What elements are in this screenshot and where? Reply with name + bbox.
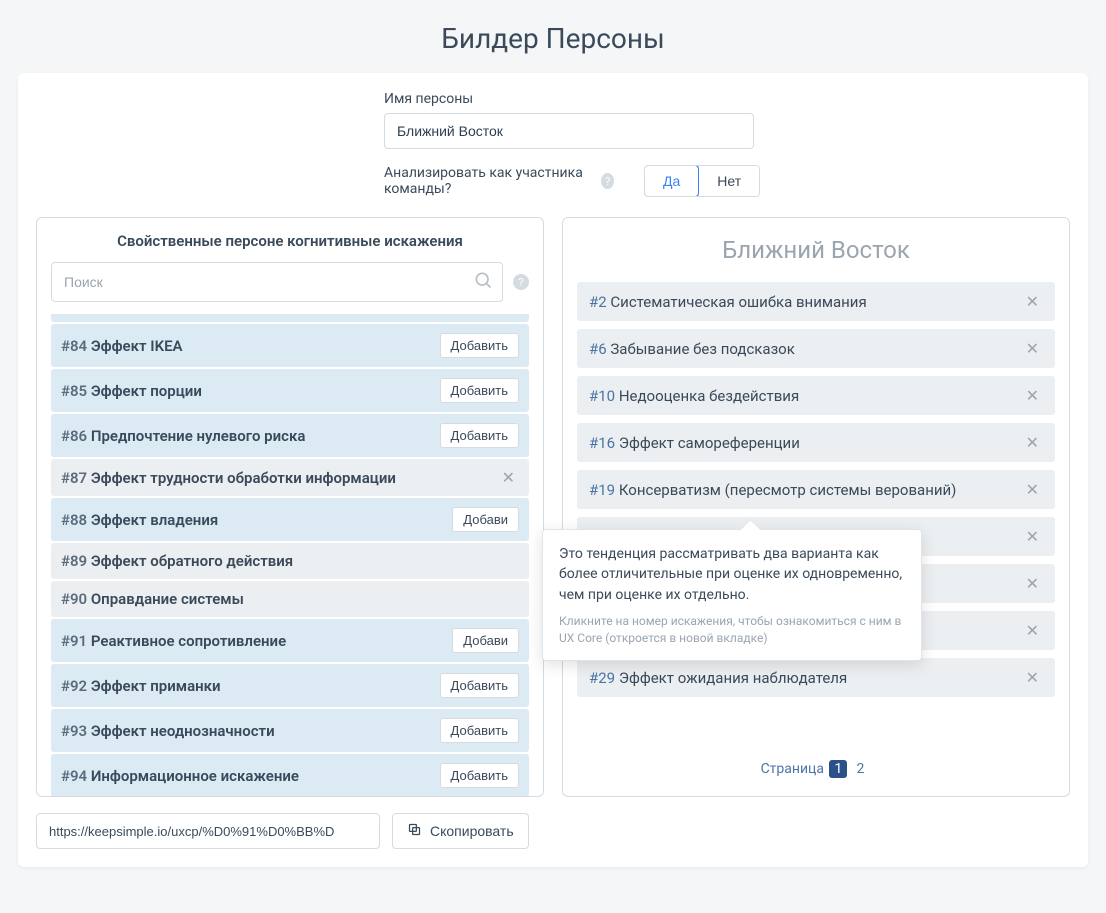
list-item <box>51 314 529 322</box>
page-title: Билдер Персоны <box>18 0 1088 73</box>
add-button[interactable]: Добави <box>452 507 519 532</box>
page-button[interactable]: 2 <box>851 760 869 778</box>
main-card: Имя персоны Анализировать как участника … <box>18 73 1088 867</box>
copy-button-label: Скопировать <box>430 823 514 839</box>
list-item[interactable]: #88 Эффект владения Добави <box>51 498 529 541</box>
list-item[interactable]: #91 Реактивное сопротивление Добави <box>51 619 529 662</box>
persona-name-input[interactable] <box>384 113 754 149</box>
tooltip-hint: Кликните на номер искажения, чтобы ознак… <box>559 613 905 647</box>
persona-bias-item[interactable]: #10 Недооценка бездействия ✕ <box>577 376 1055 415</box>
biases-panel: Свойственные персоне когнитивные искажен… <box>36 217 544 797</box>
persona-bias-label: #6 Забывание без подсказок <box>589 340 795 358</box>
list-item[interactable]: #94 Информационное искажение Добавить <box>51 754 529 796</box>
pagination: Страница 12 <box>563 746 1069 796</box>
copy-button[interactable]: Скопировать <box>392 813 529 849</box>
columns: Свойственные персоне когнитивные искажен… <box>36 217 1070 797</box>
list-item[interactable]: #84 Эффект IKEA Добавить <box>51 324 529 367</box>
persona-panel-title: Ближний Восток <box>563 218 1069 282</box>
remove-icon[interactable]: ✕ <box>1022 668 1043 687</box>
analyze-yes-button[interactable]: Да <box>644 165 699 197</box>
search-icon <box>473 270 493 294</box>
remove-icon[interactable]: ✕ <box>1022 386 1043 405</box>
list-item-label: #87 Эффект трудности обработки информаци… <box>61 469 396 487</box>
remove-icon[interactable]: ✕ <box>1022 527 1043 546</box>
remove-icon[interactable]: ✕ <box>1022 339 1043 358</box>
list-item-label: #90 Оправдание системы <box>61 590 244 608</box>
persona-bias-label: #2 Систематическая ошибка внимания <box>589 293 867 311</box>
list-item-label: #93 Эффект неоднозначности <box>61 722 275 740</box>
search-help-icon[interactable]: ? <box>513 274 529 290</box>
page-button[interactable]: 1 <box>829 760 847 778</box>
analyze-toggle: Да Нет <box>644 165 760 197</box>
persona-biases-list: #2 Систематическая ошибка внимания✕#6 За… <box>563 282 1069 746</box>
remove-icon[interactable]: ✕ <box>1022 292 1043 311</box>
persona-bias-label: #10 Недооценка бездействия <box>589 387 799 405</box>
list-item-label: #84 Эффект IKEA <box>61 337 183 355</box>
remove-icon[interactable]: ✕ <box>498 468 519 487</box>
persona-bias-item[interactable]: #2 Систематическая ошибка внимания ✕ <box>577 282 1055 321</box>
biases-panel-title: Свойственные персоне когнитивные искажен… <box>37 218 543 262</box>
add-button[interactable]: Добавить <box>440 718 519 743</box>
bias-tooltip: Это тенденция рассматривать два варианта… <box>542 529 922 661</box>
list-item[interactable]: #92 Эффект приманки Добавить <box>51 664 529 707</box>
persona-panel: Ближний Восток #2 Систематическая ошибка… <box>562 217 1070 797</box>
remove-icon[interactable]: ✕ <box>1022 621 1043 640</box>
add-button[interactable]: Добави <box>452 628 519 653</box>
persona-bias-item[interactable]: #16 Эффект самореференции ✕ <box>577 423 1055 462</box>
copy-icon <box>407 822 422 840</box>
tooltip-body: Это тенденция рассматривать два варианта… <box>559 544 905 605</box>
list-item-label: #85 Эффект порции <box>61 382 202 400</box>
persona-name-label: Имя персоны <box>384 91 1030 107</box>
persona-bias-label: #19 Консерватизм (пересмотр системы веро… <box>589 481 956 499</box>
add-button[interactable]: Добавить <box>440 333 519 358</box>
persona-bias-label: #16 Эффект самореференции <box>589 434 800 452</box>
list-item-label: #94 Информационное искажение <box>61 767 299 785</box>
list-item[interactable]: #93 Эффект неоднозначности Добавить <box>51 709 529 752</box>
share-url-input[interactable] <box>36 813 380 849</box>
analyze-label-text: Анализировать как участника команды? <box>384 165 595 197</box>
persona-form: Имя персоны Анализировать как участника … <box>36 91 1070 197</box>
remove-icon[interactable]: ✕ <box>1022 480 1043 499</box>
list-item-label: #86 Предпочтение нулевого риска <box>61 427 305 445</box>
add-button[interactable]: Добавить <box>440 423 519 448</box>
add-button[interactable]: Добавить <box>440 763 519 788</box>
search-input[interactable] <box>51 262 503 302</box>
help-icon[interactable]: ? <box>601 173 614 189</box>
remove-icon[interactable]: ✕ <box>1022 433 1043 452</box>
pagination-label: Страница <box>761 761 824 777</box>
list-item[interactable]: #86 Предпочтение нулевого риска Добавить <box>51 414 529 457</box>
add-button[interactable]: Добавить <box>440 673 519 698</box>
analyze-no-button[interactable]: Нет <box>698 166 759 196</box>
list-item-label: #88 Эффект владения <box>61 511 218 529</box>
persona-bias-label: #29 Эффект ожидания наблюдателя <box>589 669 847 687</box>
footer-row: Скопировать <box>36 813 1070 849</box>
list-item-label: #91 Реактивное сопротивление <box>61 632 286 650</box>
persona-bias-item[interactable]: #29 Эффект ожидания наблюдателя ✕ <box>577 658 1055 697</box>
list-item[interactable]: #89 Эффект обратного действия <box>51 543 529 579</box>
persona-bias-item[interactable]: #6 Забывание без подсказок ✕ <box>577 329 1055 368</box>
list-item-label: #92 Эффект приманки <box>61 677 221 695</box>
analyze-label: Анализировать как участника команды? ? <box>384 165 614 197</box>
list-item[interactable]: #85 Эффект порции Добавить <box>51 369 529 412</box>
biases-list[interactable]: #84 Эффект IKEAДобавить#85 Эффект порции… <box>37 314 543 796</box>
list-item[interactable]: #90 Оправдание системы <box>51 581 529 617</box>
remove-icon[interactable]: ✕ <box>1022 574 1043 593</box>
list-item[interactable]: #87 Эффект трудности обработки информаци… <box>51 459 529 496</box>
add-button[interactable]: Добавить <box>440 378 519 403</box>
list-item-label: #89 Эффект обратного действия <box>61 552 293 570</box>
persona-bias-item[interactable]: #19 Консерватизм (пересмотр системы веро… <box>577 470 1055 509</box>
